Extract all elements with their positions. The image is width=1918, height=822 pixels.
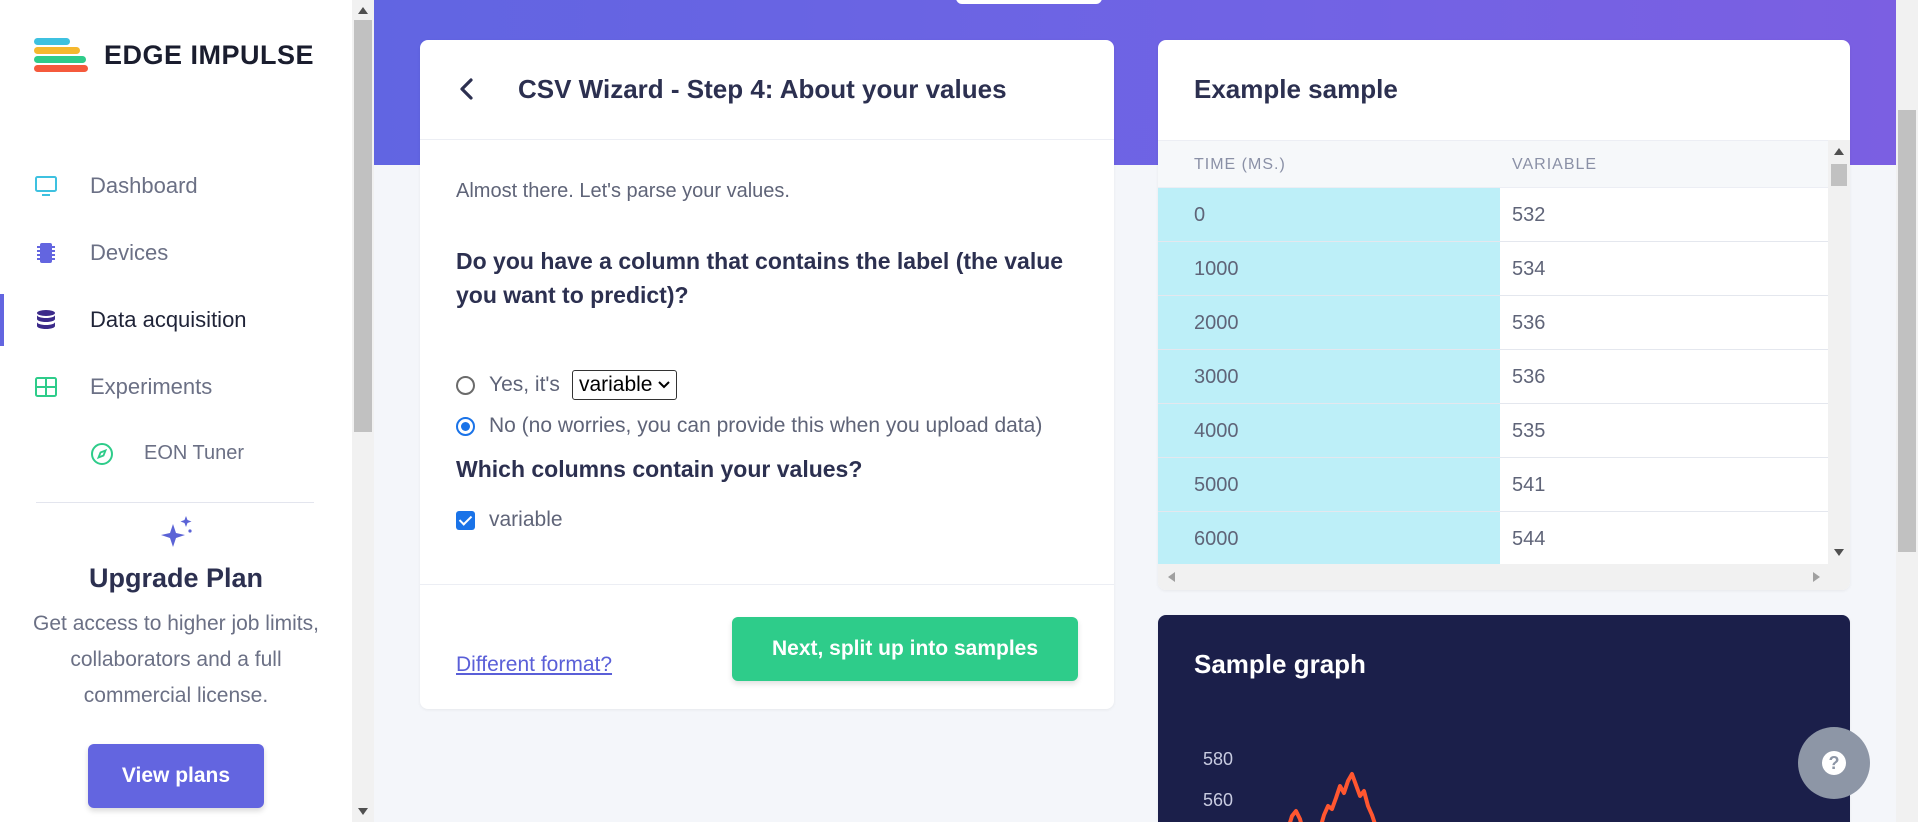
help-button[interactable]: ? [1798,727,1870,799]
sidebar-item-eon-tuner[interactable]: EON Tuner [0,420,352,487]
sidebar-scrollbar[interactable] [352,0,374,822]
table-cell: 6000 [1158,512,1500,565]
table-cell: 0 [1158,188,1500,241]
upgrade-title: Upgrade Plan [88,563,264,593]
column-header-variable: VARIABLE [1512,156,1598,173]
next-split-samples-button[interactable]: Next, split up into samples [732,617,1078,681]
table-row: 2000 536 [1158,296,1828,350]
brand-name: EDGE IMPULSE [104,39,315,70]
scrollbar-thumb[interactable] [1831,164,1847,186]
scroll-down-arrow-icon[interactable] [358,808,368,815]
hero-tab [956,0,1102,4]
monitor-icon [35,176,57,196]
view-plans-button[interactable]: View plans [88,744,264,808]
table-row: 5000 541 [1158,458,1828,512]
upgrade-panel: Upgrade Plan Get access to higher job li… [0,512,352,808]
label-yes-text: Yes, it's [489,373,560,396]
edge-impulse-logo-icon [34,36,88,74]
different-format-link[interactable]: Different format? [456,653,612,677]
label-no-radio[interactable] [456,416,475,436]
scroll-right-arrow-icon[interactable] [1813,572,1820,582]
upgrade-description: Get access to higher job limits, collabo… [33,612,319,707]
table-cell: 4000 [1158,404,1500,457]
table-cell: 2000 [1158,296,1500,349]
wizard-title: CSV Wizard - Step 4: About your values [518,74,1007,104]
question-mark-icon: ? [1822,751,1846,775]
label-yes-option[interactable]: Yes, it's variable [456,370,678,400]
table-row: 4000 535 [1158,404,1828,458]
scrollbar-thumb[interactable] [1898,110,1916,552]
column-header-time: TIME (MS.) [1194,156,1286,173]
table-cell: 532 [1512,204,1546,226]
wizard-intro: Almost there. Let's parse your values. [456,180,790,202]
sidebar: EDGE IMPULSE Dashboard Devices Data acqu… [0,0,352,822]
y-tick-label: 580 [1203,749,1233,769]
sidebar-item-devices[interactable]: Devices [0,219,352,286]
brand-logo[interactable]: EDGE IMPULSE [34,36,314,74]
scroll-left-arrow-icon[interactable] [1168,572,1175,582]
table-cell: 535 [1512,420,1546,442]
label-no-text: No (no worries, you can provide this whe… [489,414,1043,437]
table-row: 0 532 [1158,188,1828,242]
chevron-down-icon [658,381,671,389]
chip-icon [37,243,55,263]
sidebar-divider [36,502,314,503]
sidebar-item-data-acquisition[interactable]: Data acquisition [0,286,352,353]
table-cell: 544 [1512,528,1546,550]
table-horizontal-scrollbar[interactable] [1158,564,1850,590]
back-chevron-icon[interactable] [454,76,480,102]
sparkle-star-icon [161,516,192,547]
wizard-body: Almost there. Let's parse your values. D… [420,140,1114,580]
sample-graph-card: Sample graph 580 560 [1158,615,1850,822]
table-vertical-scrollbar[interactable] [1828,140,1850,564]
scroll-up-arrow-icon[interactable] [1834,148,1844,155]
table-cell: 3000 [1158,350,1500,403]
wizard-footer: Different format? Next, split up into sa… [420,584,1114,709]
example-sample-table: TIME (MS.) VARIABLE 0 532 1000 534 2000 536… [1158,140,1828,566]
table-cell: 534 [1512,258,1546,280]
table-header: TIME (MS.) VARIABLE [1158,140,1828,188]
example-sample-title: Example sample [1194,74,1398,104]
values-column-checkbox[interactable] [456,510,475,530]
sidebar-item-dashboard[interactable]: Dashboard [0,152,352,219]
table-row: 6000 544 [1158,512,1828,566]
table-cell: 536 [1512,312,1546,334]
sample-graph-plot: 580 560 [1203,749,1377,822]
sidebar-item-label: Devices [90,239,169,265]
sidebar-item-label: Dashboard [90,172,198,198]
scroll-down-arrow-icon[interactable] [1834,549,1844,556]
table-cell: 5000 [1158,458,1500,511]
table-row: 1000 534 [1158,242,1828,296]
compass-icon [91,443,113,465]
label-no-option[interactable]: No (no worries, you can provide this whe… [456,414,1042,438]
label-column-select[interactable]: variable [571,370,678,400]
scrollbar-thumb[interactable] [354,20,372,432]
sidebar-item-experiments[interactable]: Experiments [0,353,352,420]
page-scrollbar[interactable] [1896,0,1918,822]
main-content: CSV Wizard - Step 4: About your values A… [374,0,1896,822]
example-sample-card: Example sample TIME (MS.) VARIABLE 0 532 … [1158,40,1850,590]
sidebar-item-label: EON Tuner [144,442,245,464]
y-tick-label: 560 [1203,790,1233,810]
table-cell: 541 [1512,474,1546,496]
sidebar-item-label: Data acquisition [90,306,247,332]
table-cell: 536 [1512,366,1546,388]
label-yes-radio[interactable] [456,375,475,395]
label-column-select-value: variable [578,373,653,396]
values-question: Which columns contain your values? [456,456,863,482]
database-icon [37,310,55,329]
wizard-header: CSV Wizard - Step 4: About your values [420,40,1114,140]
table-row: 3000 536 [1158,350,1828,404]
table-icon [35,377,57,397]
values-column-option[interactable]: variable [456,508,563,532]
csv-wizard-card: CSV Wizard - Step 4: About your values A… [420,40,1114,709]
table-cell: 1000 [1158,242,1500,295]
scroll-up-arrow-icon[interactable] [358,7,368,14]
values-column-label: variable [489,508,563,531]
label-question: Do you have a column that contains the l… [456,248,1064,308]
sidebar-item-label: Experiments [90,373,213,399]
series-line [1288,772,1377,822]
sidebar-nav: Dashboard Devices Data acquisition Exper… [0,152,352,487]
